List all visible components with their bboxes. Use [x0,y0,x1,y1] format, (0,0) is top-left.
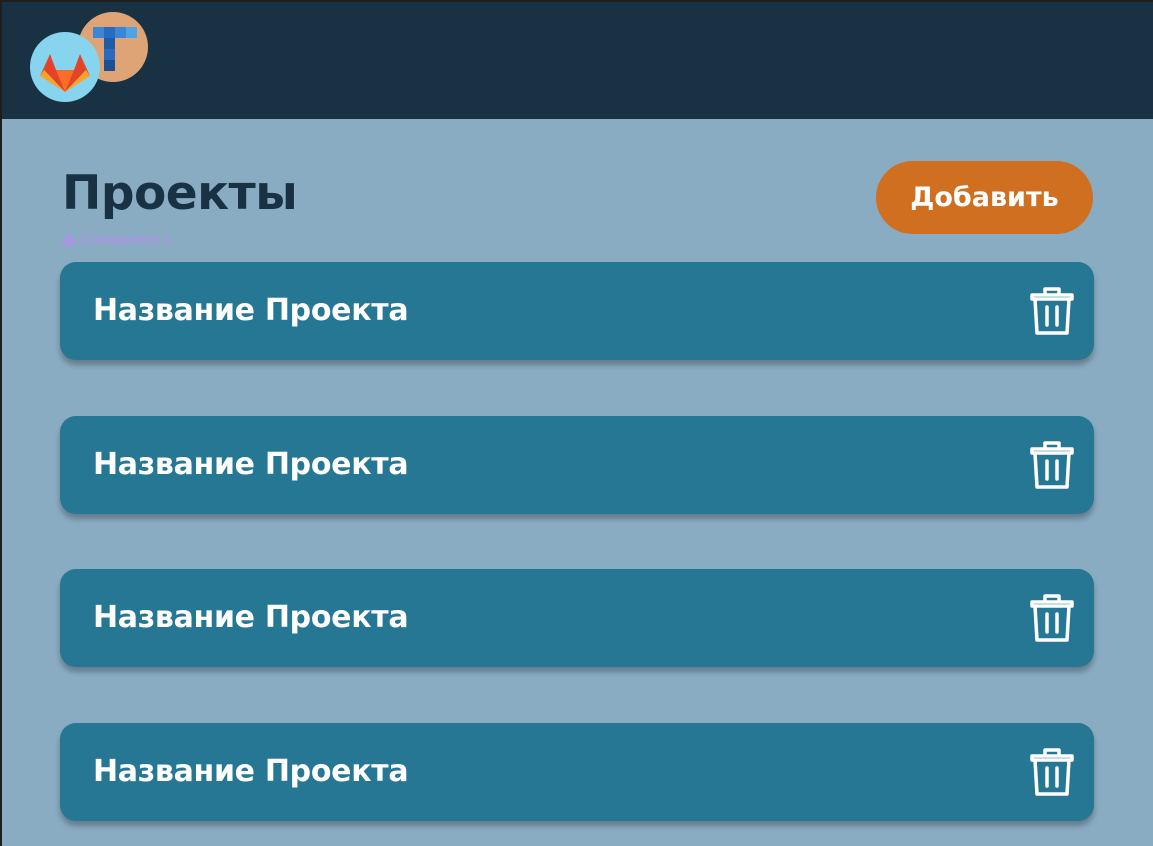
trash-icon [1030,747,1074,796]
page-title: Проекты [62,166,298,221]
component-label: Component 1 [62,231,171,249]
project-name: Название Проекта [93,293,409,328]
component-label-text: Component 1 [81,231,172,248]
project-list: Название Проекта Название Проекта Назван… [60,262,1094,846]
delete-project-button[interactable] [1024,437,1080,493]
project-name: Название Проекта [93,753,409,789]
trash-icon [1030,440,1074,489]
add-project-button[interactable]: Добавить [876,161,1093,234]
gitlab-icon [40,54,90,92]
trash-icon [1030,287,1074,335]
project-card[interactable]: Название Проекта [60,722,1094,821]
project-card[interactable]: Название Проекта [60,569,1094,667]
project-name: Название Проекта [93,600,409,635]
top-bar [2,2,1153,119]
project-card[interactable]: Название Проекта [60,262,1094,360]
component-icon [62,234,76,247]
gitlab-avatar[interactable] [30,32,100,102]
delete-project-button[interactable] [1024,283,1080,339]
delete-project-button[interactable] [1024,744,1080,800]
project-name: Название Проекта [93,446,409,482]
delete-project-button[interactable] [1024,590,1080,646]
trash-icon [1030,594,1074,642]
app-frame: Проекты Добавить Component 1 Название Пр… [2,2,1153,846]
project-card[interactable]: Название Проекта [60,415,1094,514]
